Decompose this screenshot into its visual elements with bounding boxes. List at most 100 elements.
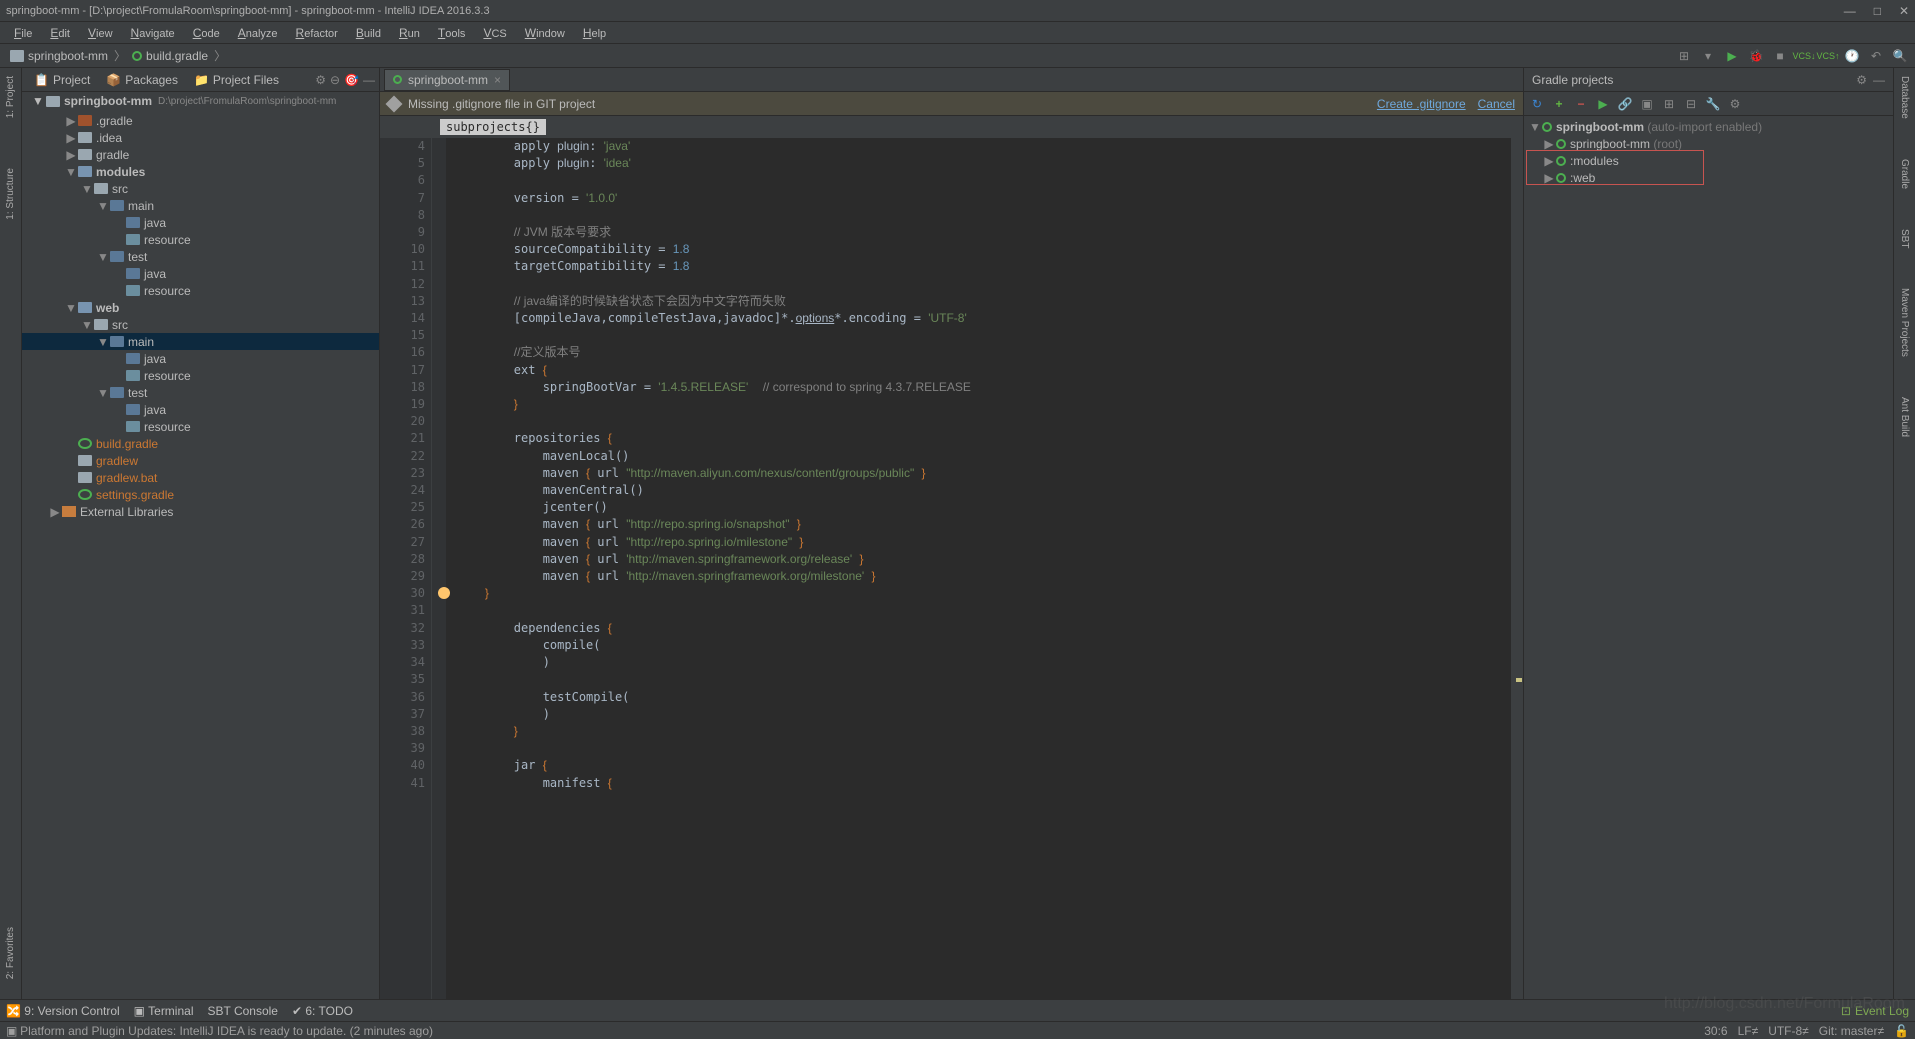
status-lock-icon[interactable]: 🔓 [1894,1024,1909,1038]
tool-sbt-console[interactable]: SBT Console [208,1004,278,1018]
hide-icon[interactable]: — [363,73,375,87]
tree-row-gradlew-bat[interactable]: gradlew.bat [22,469,379,486]
tree-row--idea[interactable]: ▶.idea [22,129,379,146]
tree-row-src[interactable]: ▼src [22,180,379,197]
run-icon[interactable]: ▶ [1594,95,1612,113]
refresh-icon[interactable]: ↻ [1528,95,1546,113]
gradle-item-web[interactable]: ▶ :web [1524,169,1893,186]
menu-navigate[interactable]: Navigate [123,24,183,42]
menu-vcs[interactable]: VCS [475,24,514,42]
select-indent-icon[interactable]: ⊞ [1675,47,1693,65]
menu-run[interactable]: Run [391,24,428,42]
tree-row-resource[interactable]: resource [22,367,379,384]
link-icon[interactable]: 🔗 [1616,95,1634,113]
run-icon[interactable]: ▶ [1723,47,1741,65]
tool-structure[interactable]: 1: Structure [5,168,16,220]
tree-row-resource[interactable]: resource [22,282,379,299]
history-icon[interactable]: 🕐 [1843,47,1861,65]
breadcrumb-file[interactable]: build.gradle [128,49,212,63]
tree-row-java[interactable]: java [22,265,379,282]
tree-row-main[interactable]: ▼main [22,197,379,214]
tree-row-test[interactable]: ▼test [22,384,379,401]
tree-row-java[interactable]: java [22,214,379,231]
menu-edit[interactable]: Edit [42,24,78,42]
close-tab-icon[interactable]: × [494,73,501,87]
hide-icon[interactable]: — [1873,73,1885,87]
tree-row--gradle[interactable]: ▶.gradle [22,112,379,129]
menu-code[interactable]: Code [185,24,228,42]
tree-row-java[interactable]: java [22,350,379,367]
debug-icon[interactable]: 🐞 [1747,47,1765,65]
tree-row-test[interactable]: ▼test [22,248,379,265]
tool-sbt[interactable]: SBT [1899,229,1910,248]
tree-row-gradle[interactable]: ▶gradle [22,146,379,163]
proj-tab-project[interactable]: 📋 Project [26,71,98,89]
vcs-icon[interactable]: VCS↓ [1795,47,1813,65]
marker-rail[interactable] [1511,138,1523,999]
tool-project[interactable]: 1: Project [5,76,16,118]
collapse-all-icon[interactable]: ⊟ [1682,95,1700,113]
menu-refactor[interactable]: Refactor [288,24,346,42]
search-icon[interactable]: 🔍 [1891,47,1909,65]
tree-row-modules[interactable]: ▼modules [22,163,379,180]
tree-row-main[interactable]: ▼main [22,333,379,350]
add-icon[interactable]: + [1550,95,1568,113]
tree-row-gradlew[interactable]: gradlew [22,452,379,469]
tree-row-build-gradle[interactable]: build.gradle [22,435,379,452]
status-git[interactable]: Git: master≠ [1819,1024,1884,1038]
tool-vcs[interactable]: 🔀 9: Version Control [6,1004,120,1018]
revert-icon[interactable]: ↶ [1867,47,1885,65]
wrench-icon[interactable]: 🔧 [1704,95,1722,113]
minimize-icon[interactable]: — [1844,4,1856,18]
proj-tab-files[interactable]: 📁 Project Files [186,71,287,89]
tree-row-src[interactable]: ▼src [22,316,379,333]
menu-view[interactable]: View [80,24,121,42]
menu-tools[interactable]: Tools [430,24,474,42]
event-log[interactable]: ⊡ Event Log [1841,1004,1909,1018]
menu-analyze[interactable]: Analyze [230,24,286,42]
proj-tab-packages[interactable]: 📦 Packages [98,71,186,89]
target-icon[interactable]: 🎯 [344,73,359,87]
tree-row-resource[interactable]: resource [22,418,379,435]
remove-icon[interactable]: − [1572,95,1590,113]
gradle-item-modules[interactable]: ▶ :modules [1524,152,1893,169]
stop-icon[interactable]: ■ [1771,47,1789,65]
gear-icon[interactable]: ⚙ [1856,73,1867,87]
fold-column[interactable] [432,138,446,999]
menu-help[interactable]: Help [575,24,614,42]
tool-gradle[interactable]: Gradle [1899,159,1910,189]
banner-cancel-link[interactable]: Cancel [1478,97,1515,111]
maximize-icon[interactable]: □ [1874,4,1881,18]
close-icon[interactable]: ✕ [1899,4,1909,18]
dropdown-icon[interactable]: ▾ [1699,47,1717,65]
breadcrumb-project[interactable]: springboot-mm [6,49,112,63]
menu-window[interactable]: Window [517,24,573,42]
tool-todo[interactable]: ✔ 6: TODO [292,1004,353,1018]
tree-row-external-libraries[interactable]: ▶External Libraries [22,503,379,520]
tool-favorites[interactable]: 2: Favorites [5,927,16,979]
gradle-root[interactable]: ▼ springboot-mm (auto-import enabled) [1524,118,1893,135]
banner-create-link[interactable]: Create .gitignore [1377,97,1466,111]
project-root-header[interactable]: ▼ springboot-mm D:\project\FromulaRoom\s… [22,92,379,110]
code-area[interactable]: apply plugin: 'java' apply plugin: 'idea… [446,138,1511,999]
code-editor[interactable]: 4567891011121314151617181920212223242526… [380,138,1523,999]
tree-row-java[interactable]: java [22,401,379,418]
gear-icon[interactable]: ⚙ [315,73,326,87]
menu-file[interactable]: File [6,24,40,42]
gradle-item-root[interactable]: ▶ springboot-mm (root) [1524,135,1893,152]
editor-crumb[interactable]: subprojects{} [440,119,546,135]
collapse-icon[interactable]: ⊖ [330,73,340,87]
expand-icon[interactable]: ⊞ [1660,95,1678,113]
settings-icon[interactable]: ⚙ [1726,95,1744,113]
status-pos[interactable]: 30:6 [1704,1024,1727,1038]
tree-row-settings-gradle[interactable]: settings.gradle [22,486,379,503]
terminal-icon[interactable]: ▣ [1638,95,1656,113]
tree-row-resource[interactable]: resource [22,231,379,248]
status-encoding[interactable]: UTF-8≠ [1768,1024,1809,1038]
menu-build[interactable]: Build [348,24,389,42]
tool-database[interactable]: Database [1899,76,1910,119]
vcs-push-icon[interactable]: VCS↑ [1819,47,1837,65]
status-lf[interactable]: LF≠ [1738,1024,1759,1038]
editor-tab[interactable]: springboot-mm × [384,69,510,91]
tool-ant[interactable]: Ant Build [1899,397,1910,437]
